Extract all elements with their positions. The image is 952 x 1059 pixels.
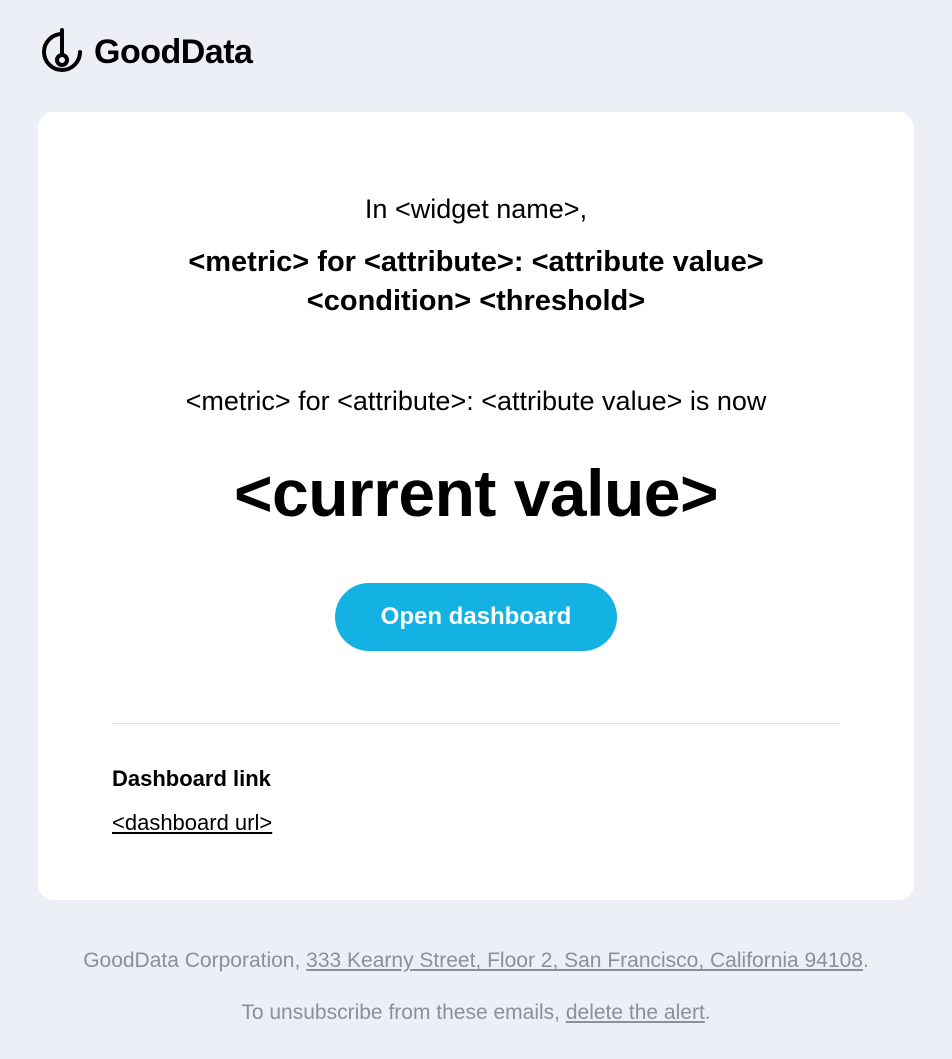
divider — [112, 723, 840, 724]
open-dashboard-button[interactable]: Open dashboard — [335, 583, 618, 651]
alert-status-line: <metric> for <attribute>: <attribute val… — [112, 386, 840, 417]
dashboard-link-heading: Dashboard link — [112, 766, 840, 792]
footer-company: GoodData Corporation, — [83, 949, 306, 972]
footer-unsubscribe-prefix: To unsubscribe from these emails, — [241, 1001, 565, 1024]
alert-intro: In <widget name>, — [112, 194, 840, 225]
footer-period: . — [863, 949, 869, 972]
alert-headline: <metric> for <attribute>: <attribute val… — [112, 243, 840, 321]
alert-current-value: <current value> — [112, 455, 840, 531]
footer-address-link[interactable]: 333 Kearny Street, Floor 2, San Francisc… — [306, 949, 863, 972]
footer: GoodData Corporation, 333 Kearny Street,… — [38, 944, 914, 1029]
alert-card: In <widget name>, <metric> for <attribut… — [38, 112, 914, 900]
gooddata-logo-icon — [38, 28, 86, 76]
footer-unsubscribe-link[interactable]: delete the alert — [566, 1001, 705, 1024]
footer-unsubscribe-suffix: . — [705, 1001, 711, 1024]
dashboard-link-url[interactable]: <dashboard url> — [112, 810, 272, 835]
brand-header: GoodData — [38, 28, 914, 76]
brand-name: GoodData — [94, 33, 252, 72]
